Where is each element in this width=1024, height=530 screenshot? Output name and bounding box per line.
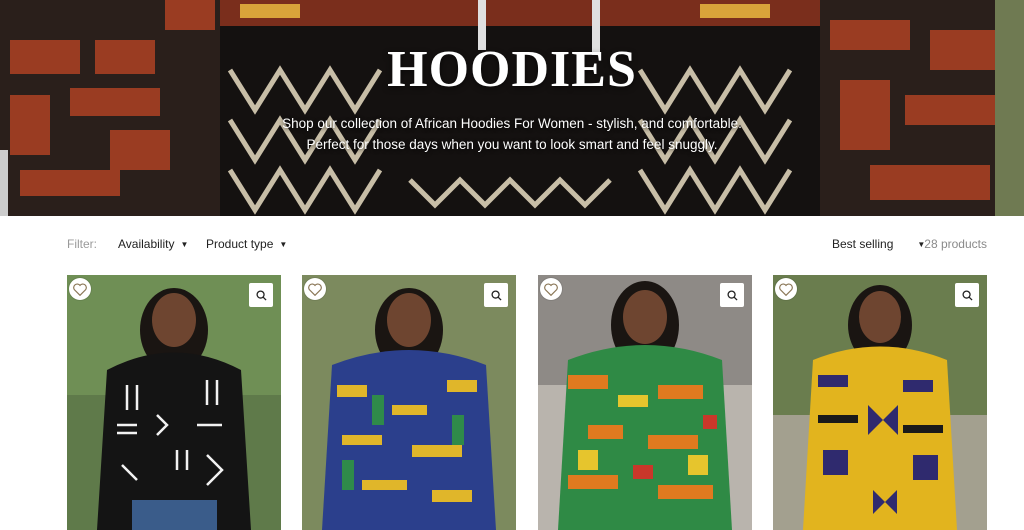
product-card[interactable] — [302, 275, 516, 530]
page-title: HOODIES — [387, 41, 637, 98]
wishlist-button[interactable] — [540, 278, 562, 300]
sort-dropdown[interactable]: Best selling ▼ — [832, 237, 925, 251]
wishlist-button[interactable] — [304, 278, 326, 300]
quick-view-button[interactable] — [484, 283, 508, 307]
product-image[interactable] — [302, 275, 516, 530]
sort-label: Best selling — [832, 237, 894, 251]
product-type-filter-dropdown[interactable]: Product type ▼ — [206, 237, 287, 251]
product-image[interactable] — [773, 275, 987, 530]
product-card[interactable] — [67, 275, 281, 530]
heart-icon — [779, 283, 793, 296]
filter-label: Filter: — [67, 237, 97, 251]
product-image[interactable] — [538, 275, 752, 530]
quick-view-button[interactable] — [249, 283, 273, 307]
hero-background-image — [0, 0, 1024, 216]
caret-down-icon: ▼ — [180, 239, 189, 249]
search-icon — [961, 289, 973, 301]
caret-down-icon: ▼ — [279, 239, 288, 249]
filter-toolbar: Filter: Availability ▼ Product type ▼ Be… — [0, 232, 1024, 258]
collection-hero-banner: HOODIES Shop our collection of African H… — [0, 0, 1024, 216]
product-count: 28 products — [924, 237, 987, 251]
collection-description-line-2: Perfect for those days when you want to … — [306, 137, 718, 152]
availability-filter-dropdown[interactable]: Availability ▼ — [118, 237, 188, 251]
product-card[interactable] — [773, 275, 987, 530]
product-card[interactable] — [538, 275, 752, 530]
product-type-filter-label: Product type — [206, 237, 274, 251]
product-image[interactable] — [67, 275, 281, 530]
heart-icon — [308, 283, 322, 296]
heart-icon — [73, 283, 87, 296]
search-icon — [255, 289, 267, 301]
wishlist-button[interactable] — [775, 278, 797, 300]
search-icon — [490, 289, 502, 301]
collection-description-line-1: Shop our collection of African Hoodies F… — [282, 116, 742, 131]
search-icon — [726, 289, 738, 301]
quick-view-button[interactable] — [720, 283, 744, 307]
wishlist-button[interactable] — [69, 278, 91, 300]
heart-icon — [544, 283, 558, 296]
availability-filter-label: Availability — [118, 237, 175, 251]
quick-view-button[interactable] — [955, 283, 979, 307]
